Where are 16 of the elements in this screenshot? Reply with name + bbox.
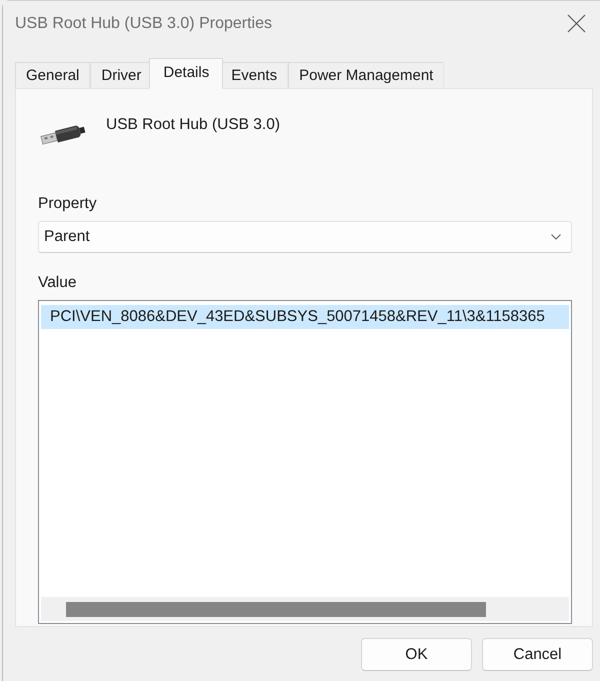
horizontal-scrollbar[interactable] [41, 597, 569, 621]
tab[interactable]: Events [220, 62, 288, 88]
tab[interactable]: Power Management [288, 62, 444, 88]
ok-button[interactable]: OK [361, 638, 472, 671]
scrollbar-thumb[interactable] [66, 602, 486, 616]
close-icon [566, 14, 586, 33]
tab[interactable]: General [15, 62, 90, 88]
value-label: Value [38, 274, 78, 292]
cancel-button[interactable]: Cancel [482, 638, 593, 671]
property-label: Property [38, 195, 98, 213]
device-name: USB Root Hub (USB 3.0) [106, 116, 280, 134]
tab[interactable]: Details [149, 58, 224, 89]
window-title: USB Root Hub (USB 3.0) Properties [15, 14, 272, 32]
value-row[interactable]: PCI\VEN_8086&DEV_43ED&SUBSYS_50071458&REV_11\3&1158365 [41, 305, 569, 329]
property-dropdown[interactable]: Parent [38, 221, 572, 253]
chevron-down-icon [551, 234, 561, 240]
